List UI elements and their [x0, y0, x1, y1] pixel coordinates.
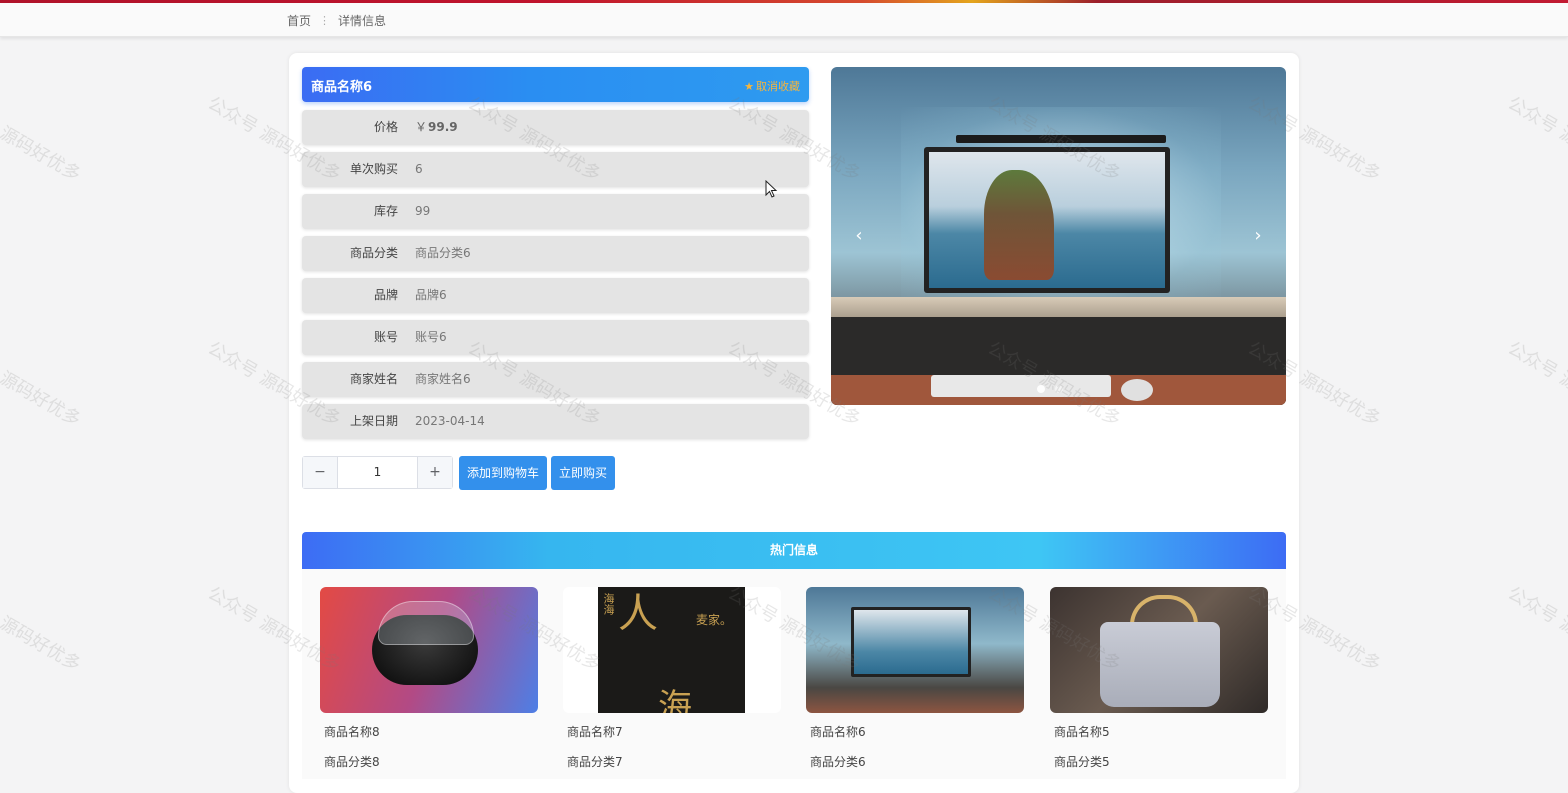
breadcrumb-home[interactable]: 首页 — [287, 12, 311, 29]
add-to-cart-button[interactable]: 添加到购物车 — [459, 456, 548, 490]
hot-product-card[interactable]: 商品名称6 商品分类6 — [806, 587, 1024, 769]
carousel-dot[interactable] — [1037, 385, 1045, 393]
carousel-image-monitor — [924, 147, 1170, 293]
product-category: 商品分类7 — [567, 755, 623, 769]
field-value: 2023-04-14 — [415, 414, 485, 428]
carousel-image-shelf — [831, 297, 1286, 319]
field-row-single-purchase: 单次购买 6 — [302, 152, 809, 187]
carousel-image-lightbar — [956, 135, 1166, 143]
carousel-next-arrow-icon[interactable]: › — [1248, 225, 1268, 246]
field-row-category: 商品分类 商品分类6 — [302, 236, 809, 271]
product-thumbnail[interactable] — [320, 587, 538, 713]
hot-product-card[interactable]: 海海 人 麦家。 海 商品名称7 商品分类7 — [563, 587, 781, 769]
star-icon: ★ — [744, 79, 754, 93]
field-label: 库存 — [373, 204, 398, 218]
carousel-prev-arrow-icon[interactable]: ‹ — [849, 225, 869, 246]
breadcrumb-current: 详情信息 — [338, 14, 387, 28]
watermark-text: 公众号 源码好优多 — [0, 583, 85, 676]
field-label: 账号 — [373, 330, 398, 344]
field-row-listing-date: 上架日期 2023-04-14 — [302, 404, 809, 439]
breadcrumb-separator: ⋮ — [319, 14, 331, 27]
product-category: 商品分类6 — [810, 755, 866, 769]
unfavorite-button[interactable]: ★ 取消收藏 — [744, 78, 800, 94]
watermark-text: 公众号 源码好优多 — [1504, 582, 1568, 676]
product-image-carousel[interactable]: ‹ › — [831, 67, 1286, 405]
field-row-merchant-name: 商家姓名 商家姓名6 — [302, 362, 809, 397]
quantity-stepper: − 1 + — [302, 456, 453, 489]
field-value: 商品分类6 — [415, 246, 471, 260]
field-value: 账号6 — [415, 330, 447, 344]
watermark-text: 公众号 源码好优多 — [0, 338, 85, 431]
decrease-quantity-button[interactable]: − — [303, 457, 338, 488]
price-value: ￥99.9 — [415, 110, 458, 145]
field-value: 6 — [415, 162, 423, 176]
product-category: 商品分类8 — [324, 755, 380, 769]
book-title-char-2: 海 — [658, 687, 692, 713]
field-label: 上架日期 — [349, 414, 398, 428]
product-name[interactable]: 商品名称8 — [324, 723, 380, 740]
watermark-text: 公众号 源码好优多 — [1504, 337, 1568, 431]
price-amount: 99.9 — [428, 120, 458, 134]
hot-info-header: 热门信息 — [302, 532, 1286, 569]
currency-symbol: ￥ — [415, 120, 428, 134]
field-value: 商家姓名6 — [415, 372, 471, 386]
field-label: 价格 — [373, 120, 398, 134]
product-title-bar: 商品名称6 ★ 取消收藏 — [302, 67, 809, 102]
field-label: 商品分类 — [349, 246, 398, 260]
field-label: 商家姓名 — [349, 372, 398, 386]
book-author: 麦家。 — [696, 613, 733, 627]
field-row-account: 账号 账号6 — [302, 320, 809, 355]
book-side-text: 海海 — [602, 593, 615, 615]
product-name[interactable]: 商品名称5 — [1054, 723, 1110, 740]
buy-now-button[interactable]: 立即购买 — [551, 456, 616, 490]
field-value: 99 — [415, 204, 431, 218]
product-thumbnail[interactable] — [806, 587, 1024, 713]
watermark-text: 公众号 源码好优多 — [1504, 92, 1568, 186]
field-label: 品牌 — [373, 288, 398, 302]
mouse-cursor-icon — [765, 180, 778, 198]
product-name[interactable]: 商品名称7 — [567, 723, 623, 740]
field-label: 单次购买 — [349, 162, 398, 176]
increase-quantity-button[interactable]: + — [417, 457, 452, 488]
carousel-indicators — [1037, 385, 1063, 393]
field-row-stock: 库存 99 — [302, 194, 809, 229]
product-category: 商品分类5 — [1054, 755, 1110, 769]
product-thumbnail[interactable] — [1050, 587, 1268, 713]
field-row-brand: 品牌 品牌6 — [302, 278, 809, 313]
watermark-text: 公众号 源码好优多 — [0, 93, 85, 186]
field-value: 品牌6 — [415, 288, 447, 302]
breadcrumb-bar: 首页 ⋮ 详情信息 — [0, 3, 1568, 37]
carousel-image-keyboard — [931, 375, 1111, 397]
unfavorite-label: 取消收藏 — [756, 80, 800, 93]
quantity-input[interactable]: 1 — [338, 457, 417, 488]
book-title-char: 人 — [618, 591, 658, 637]
field-row-price: 价格 ￥99.9 — [302, 110, 809, 145]
breadcrumb: 首页 ⋮ 详情信息 — [287, 12, 386, 29]
product-thumbnail[interactable]: 海海 人 麦家。 海 — [563, 587, 781, 713]
carousel-image-mouse — [1121, 379, 1153, 401]
product-title: 商品名称6 — [311, 80, 373, 95]
carousel-dot[interactable] — [1055, 385, 1063, 393]
product-name[interactable]: 商品名称6 — [810, 723, 866, 740]
hot-product-card[interactable]: 商品名称5 商品分类5 — [1050, 587, 1268, 769]
hot-product-card[interactable]: 商品名称8 商品分类8 — [320, 587, 538, 769]
